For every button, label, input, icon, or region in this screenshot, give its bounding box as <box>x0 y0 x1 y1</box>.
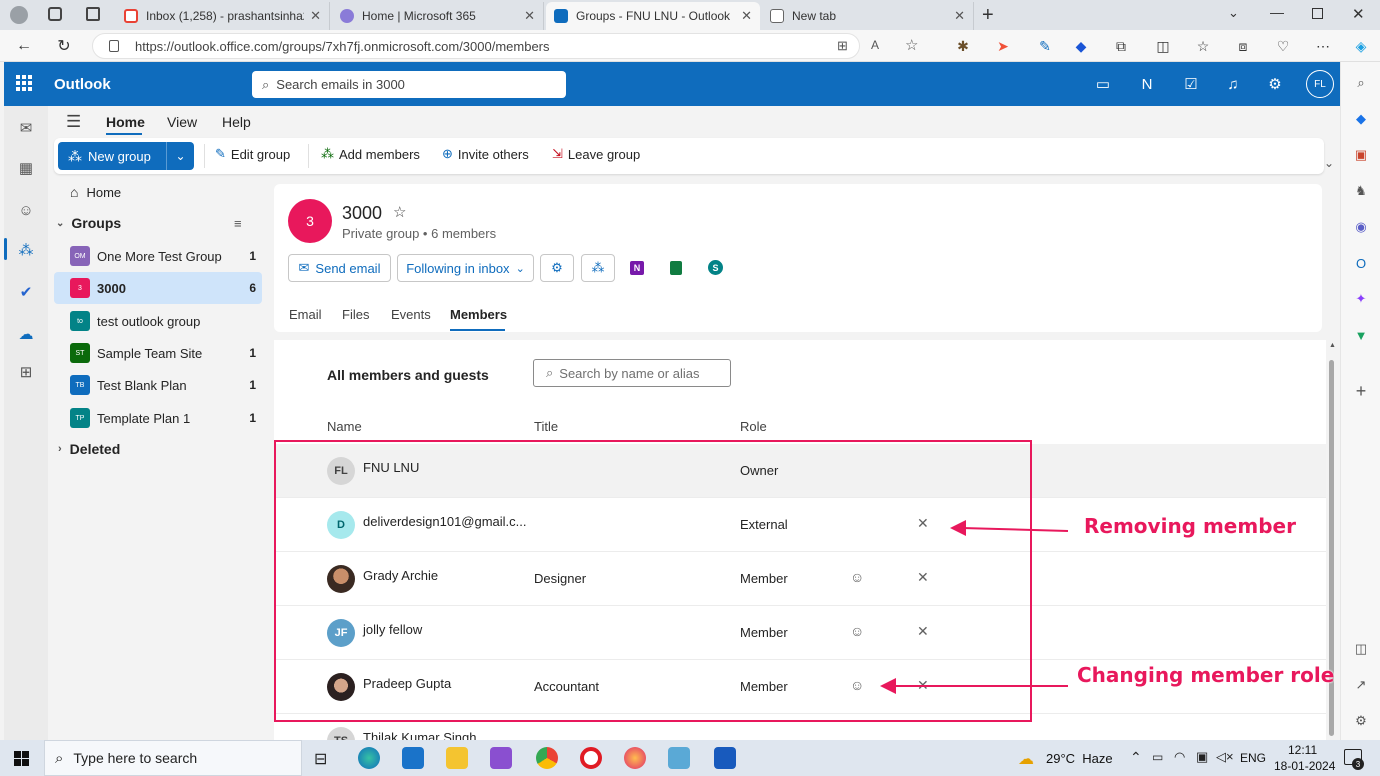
clock-time[interactable]: 12:11 <box>1288 743 1317 757</box>
edge-sidebar: ⌕ ◆ ▣ ♞ ◉ O ✦ ▼ + ◫ ↗ ⚙ <box>1340 62 1380 740</box>
notification-count-badge: 3 <box>1352 758 1364 770</box>
mail-taskbar-icon[interactable] <box>402 747 424 769</box>
m365-sidebar-icon[interactable]: ◉ <box>1352 218 1370 236</box>
open-external-icon[interactable]: ↗ <box>1352 676 1370 694</box>
search-icon: ⌕ <box>55 749 64 767</box>
task-view-icon[interactable]: ⊟ <box>314 749 327 769</box>
annotation-arrows <box>880 520 1069 694</box>
word-taskbar-icon[interactable] <box>714 747 736 769</box>
visual-studio-icon[interactable] <box>490 747 512 769</box>
app-taskbar-icon[interactable] <box>668 747 690 769</box>
sidebar-settings-icon[interactable]: ⚙ <box>1352 712 1370 730</box>
display-icon[interactable]: ▣ <box>1196 749 1208 765</box>
shopping-tag-icon[interactable]: ◆ <box>1352 110 1370 128</box>
file-explorer-icon[interactable] <box>446 747 468 769</box>
annotation-removing-member: Removing member <box>1084 514 1296 538</box>
chevron-up-icon[interactable]: ⌃ <box>1130 749 1142 766</box>
hide-sidebar-icon[interactable]: ◫ <box>1352 640 1370 658</box>
weather-icon[interactable]: ☁ <box>1018 749 1034 769</box>
arrow-changing <box>880 678 1068 694</box>
volume-muted-icon[interactable]: ◁× <box>1216 749 1234 765</box>
chrome-taskbar-icon[interactable] <box>536 747 558 769</box>
annotation-changing-role: Changing member role <box>1077 663 1335 687</box>
search-icon[interactable]: ⌕ <box>1352 74 1370 92</box>
designer-icon[interactable]: ✦ <box>1352 290 1370 308</box>
add-sidebar-app-icon[interactable]: + <box>1352 381 1370 401</box>
battery-icon[interactable]: ▭ <box>1152 750 1163 764</box>
outlook-sidebar-icon[interactable]: O <box>1352 254 1370 272</box>
games-icon[interactable]: ♞ <box>1352 182 1370 200</box>
firefox-icon[interactable] <box>624 747 646 769</box>
edge-taskbar-icon[interactable] <box>358 747 380 769</box>
taskbar-search-placeholder: Type here to search <box>73 750 198 766</box>
arrow-removing <box>950 520 1069 536</box>
windows-taskbar: ⌕ Type here to search ⊟ ☁ 29°C Haze ⌃ ▭ … <box>0 740 1380 776</box>
weather-text[interactable]: 29°C Haze <box>1046 751 1113 766</box>
clock-date[interactable]: 18-01-2024 <box>1274 759 1335 773</box>
taskbar-search-input[interactable]: ⌕ Type here to search <box>44 740 302 776</box>
network-icon[interactable]: ◠ <box>1174 749 1185 765</box>
language-indicator[interactable]: ENG <box>1240 751 1266 765</box>
tools-briefcase-icon[interactable]: ▣ <box>1352 146 1370 164</box>
windows-start-icon[interactable] <box>14 751 29 766</box>
opera-icon[interactable] <box>580 747 602 769</box>
drop-icon[interactable]: ▼ <box>1352 326 1370 344</box>
